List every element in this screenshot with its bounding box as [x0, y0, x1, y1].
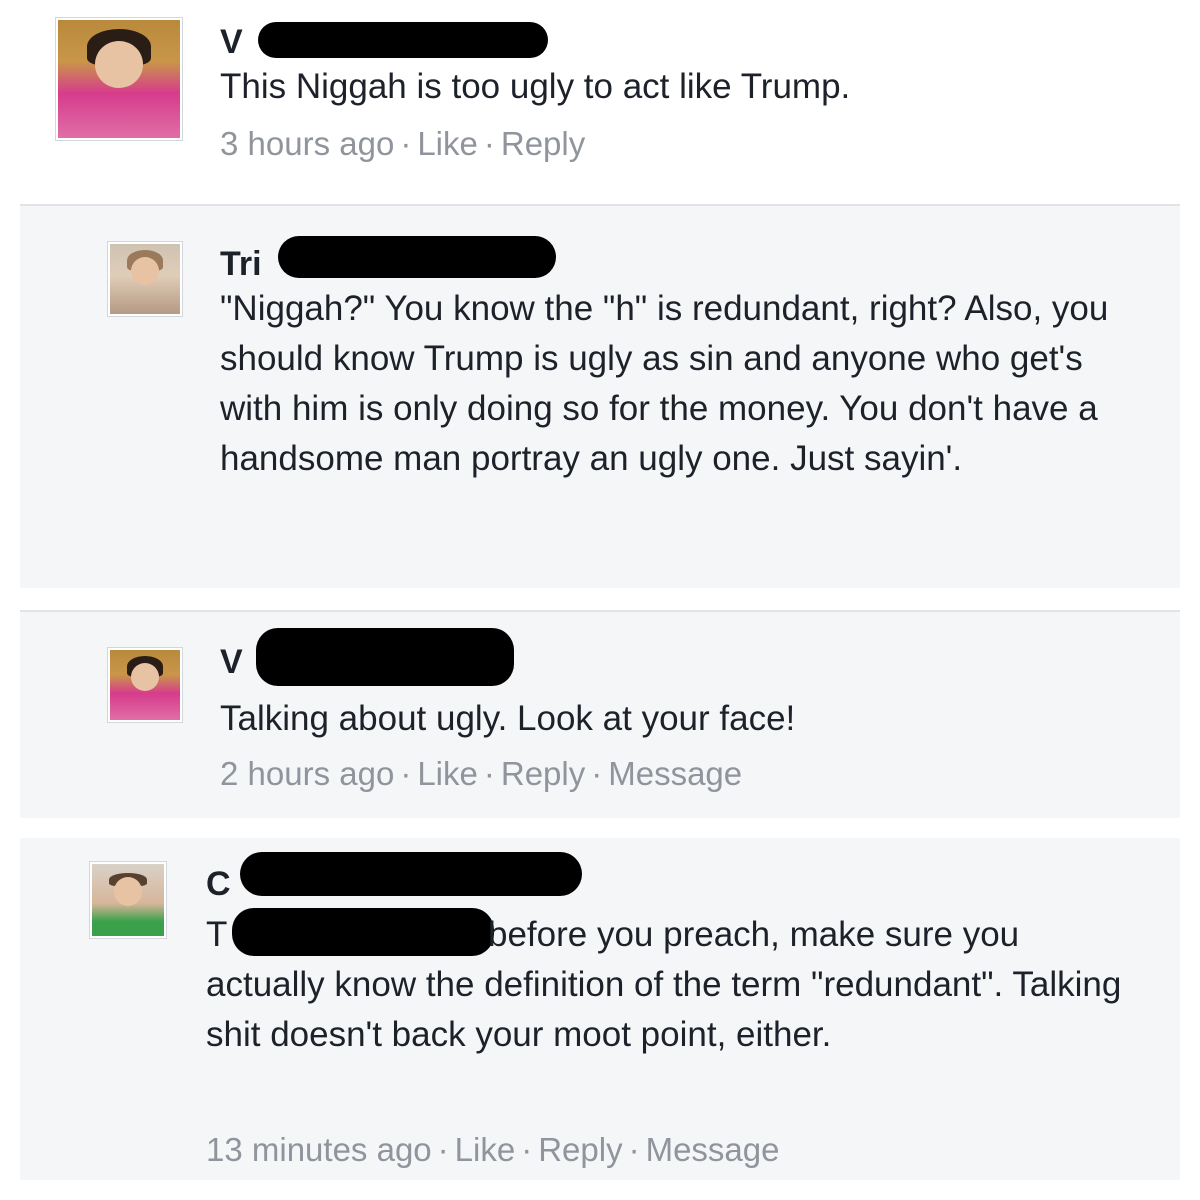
redaction-mark [278, 236, 556, 278]
avatar-face [131, 256, 159, 285]
separator: · [521, 1131, 533, 1168]
avatar[interactable] [107, 241, 183, 317]
like-link[interactable]: Like [455, 1131, 516, 1168]
avatar-face [113, 876, 143, 906]
comment-text: This Niggah is too ugly to act like Trum… [220, 67, 851, 106]
separator: · [400, 125, 412, 162]
commenter-name[interactable]: C [206, 864, 231, 904]
redaction-mark [256, 628, 514, 686]
reply-link[interactable]: Reply [538, 1131, 622, 1168]
separator: · [483, 125, 495, 162]
comment-4: C T before you preach, make sure you act… [20, 838, 1180, 1180]
redaction-mark [258, 22, 548, 58]
comment-3: V Talking about ugly. Look at your face!… [20, 610, 1180, 818]
message-link[interactable]: Message [608, 755, 742, 792]
separator: · [628, 1131, 640, 1168]
comment-text: before you preach, make sure you actuall… [206, 915, 1122, 1054]
message-link[interactable]: Message [646, 1131, 780, 1168]
like-link[interactable]: Like [417, 755, 478, 792]
timestamp[interactable]: 2 hours ago [220, 755, 394, 792]
comment-meta: 13 minutes ago · Like · Reply · Message [206, 1130, 779, 1170]
redaction-mark [240, 852, 582, 896]
separator: · [437, 1131, 449, 1168]
comment-2: Tri "Niggah?" You know the "h" is redund… [20, 204, 1180, 588]
timestamp[interactable]: 13 minutes ago [206, 1131, 432, 1168]
commenter-name[interactable]: V [220, 22, 243, 62]
avatar-face [131, 662, 159, 691]
separator: · [591, 755, 603, 792]
comment-text: "Niggah?" You know the "h" is redundant,… [220, 289, 1109, 478]
comment-1: V This Niggah is too ugly to act like Tr… [20, 0, 1180, 200]
avatar[interactable] [55, 17, 183, 141]
comment-meta: 2 hours ago · Like · Reply · Message [220, 754, 742, 794]
reply-link[interactable]: Reply [501, 755, 585, 792]
avatar[interactable] [107, 647, 183, 723]
commenter-name[interactable]: V [220, 642, 243, 682]
comment-text: Talking about ugly. Look at your face! [220, 699, 796, 738]
separator: · [400, 755, 412, 792]
timestamp[interactable]: 3 hours ago [220, 125, 394, 162]
like-link[interactable]: Like [417, 125, 478, 162]
separator: · [483, 755, 495, 792]
commenter-name[interactable]: Tri [220, 244, 262, 284]
avatar[interactable] [89, 861, 167, 939]
avatar-face [94, 41, 144, 89]
comment-meta: 3 hours ago · Like · Reply [220, 124, 585, 164]
reply-link[interactable]: Reply [501, 125, 585, 162]
